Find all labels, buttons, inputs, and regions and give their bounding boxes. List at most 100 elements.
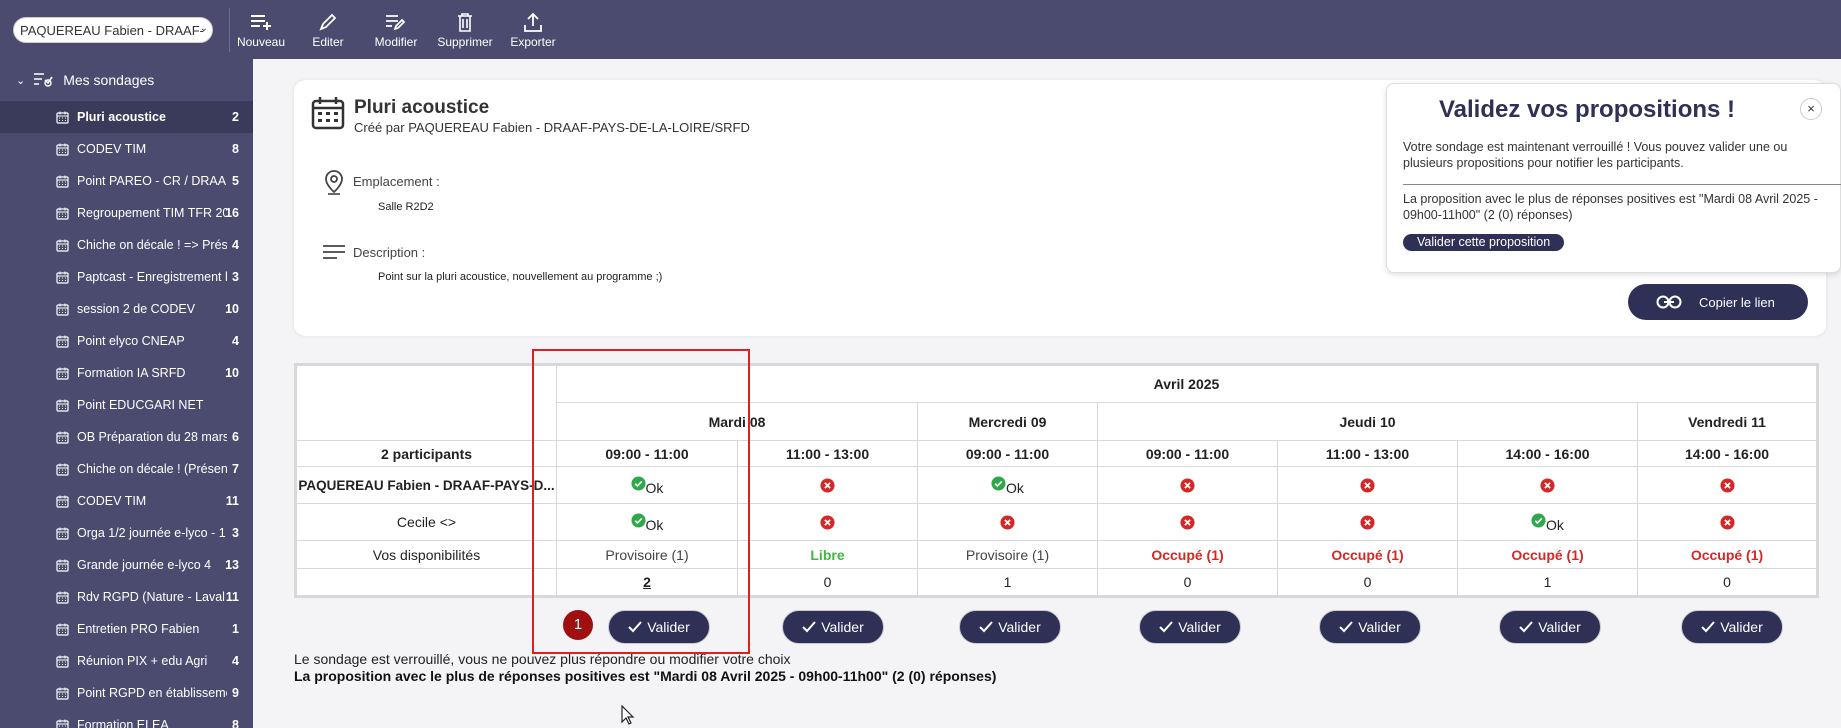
availability-cell: Libre	[737, 540, 918, 569]
polls-list-icon	[34, 73, 53, 87]
description-label: Description :	[353, 245, 426, 260]
sidebar-item[interactable]: Point EDUCGARI NET	[0, 389, 253, 421]
sidebar-item[interactable]: Orga 1/2 journée e-lyco - 1 3	[0, 517, 253, 549]
answer-no-cell	[1277, 503, 1458, 541]
sidebar-item[interactable]: Réunion PIX + edu Agri 4	[0, 645, 253, 677]
sidebar-header-label: Mes sondages	[63, 72, 155, 88]
sidebar-item[interactable]: OB Préparation du 28 mars 6	[0, 421, 253, 453]
availability-row: Vos disponibilités Provisoire (1) Libre …	[295, 540, 1818, 569]
copy-link-button[interactable]: Copier le lien	[1628, 284, 1808, 320]
validate-proposal-button[interactable]: Valider cette proposition	[1403, 234, 1565, 251]
poll-grid: Avril 2025 Mardi 08 Mercredi 09 Jeudi 10…	[294, 363, 1819, 598]
sidebar-item[interactable]: session 2 de CODEV 10	[0, 293, 253, 325]
validate-slot-button[interactable]: Valider	[782, 610, 884, 644]
sidebar-item-label: Point elyco CNEAP	[77, 334, 185, 348]
sidebar-item[interactable]: Formation IA SRFD 10	[0, 357, 253, 389]
sidebar-item-label: Pluri acoustice	[77, 110, 166, 124]
participant-row: Cecile <> Ok Ok	[295, 503, 1818, 541]
calendar-icon	[56, 687, 70, 700]
sidebar-item-label: Rdv RGPD (Nature - Laval e	[77, 590, 227, 604]
sidebar-item[interactable]: Entretien PRO Fabien 1	[0, 613, 253, 645]
check-icon	[802, 621, 816, 633]
trash-icon	[458, 13, 472, 32]
sidebar-item[interactable]: Grande journée e-lyco 4 13	[0, 549, 253, 581]
sidebar: ⌄ Mes sondages Pluri acoustice 2 CODEV TIM…	[0, 59, 253, 728]
sidebar-header[interactable]: ⌄ Mes sondages	[0, 59, 253, 101]
calendar-icon	[56, 719, 70, 728]
ok-label: Ok	[1546, 517, 1564, 533]
calendar-icon	[56, 463, 70, 476]
check-icon	[1339, 621, 1353, 633]
sidebar-item-label: Grande journée e-lyco 4	[77, 558, 212, 572]
sidebar-item-count: 11	[225, 590, 239, 604]
validate-slot-button[interactable]: Valider	[959, 610, 1061, 644]
highlight-frame	[532, 349, 750, 654]
sidebar-item[interactable]: Formation ELEA 8	[0, 709, 253, 728]
sidebar-item[interactable]: CODEV TIM 8	[0, 133, 253, 165]
check-icon	[979, 621, 993, 633]
export-button[interactable]: Exporter	[503, 8, 563, 54]
sidebar-item[interactable]: Pluri acoustice 2	[0, 101, 253, 133]
new-button[interactable]: Nouveau	[231, 8, 291, 54]
sidebar-item-count: 4	[232, 334, 239, 348]
count-cell: 0	[1637, 568, 1818, 597]
user-select[interactable]: PAQUEREAU Fabien - DRAAF- ⌄	[13, 17, 213, 43]
sidebar-item-count: 7	[232, 462, 239, 476]
description-value: Point sur la pluri acoustice, nouvelleme…	[378, 271, 663, 283]
sidebar-item[interactable]: Point PAREO - CR / DRAAF 5	[0, 165, 253, 197]
sidebar-item[interactable]: Regroupement TIM TFR 20 16	[0, 197, 253, 229]
new-icon	[251, 15, 271, 30]
day-header: Mercredi 09	[917, 402, 1098, 441]
sidebar-item[interactable]: CODEV TIM 11	[0, 485, 253, 517]
sidebar-item-count: 3	[232, 270, 239, 284]
availability-cell: Occupé (1)	[1097, 540, 1278, 569]
validate-slot-button[interactable]: Valider	[1139, 610, 1241, 644]
answer-ok-cell: Ok	[1457, 503, 1638, 541]
count-row-label	[295, 568, 557, 597]
modify-button[interactable]: Modifier	[366, 8, 426, 54]
validate-slot-button[interactable]: Valider	[1499, 610, 1601, 644]
calendar-icon	[56, 175, 70, 188]
sidebar-item-count: 10	[225, 366, 239, 380]
sidebar-item[interactable]: Paptcast - Enregistrement l 3	[0, 261, 253, 293]
sidebar-item[interactable]: Chiche on décale ! (Présent 7	[0, 453, 253, 485]
new-button-label: Nouveau	[236, 35, 286, 49]
delete-button[interactable]: Supprimer	[435, 8, 495, 54]
pencil-icon	[319, 13, 337, 31]
validate-slot-button[interactable]: Valider	[1681, 610, 1783, 644]
calendar-icon	[56, 655, 70, 668]
check-circle-icon	[991, 474, 1006, 491]
close-icon[interactable]: ×	[1800, 98, 1822, 120]
sidebar-item[interactable]: Point RGPD en établisseme 9	[0, 677, 253, 709]
calendar-icon	[56, 527, 70, 540]
modify-button-label: Modifier	[374, 35, 418, 49]
chevron-down-icon: ⌄	[199, 23, 208, 34]
calendar-icon	[56, 559, 70, 572]
sidebar-item-label: Formation ELEA	[77, 718, 169, 728]
edit-button-label: Editer	[312, 35, 344, 49]
sidebar-item[interactable]: Rdv RGPD (Nature - Laval e 11	[0, 581, 253, 613]
sidebar-item-count: 11	[225, 494, 239, 508]
sidebar-item[interactable]: Chiche on décale ! => Prése 4	[0, 229, 253, 261]
edit-button[interactable]: Editer	[298, 8, 358, 54]
chevron-down-icon: ⌄	[16, 74, 26, 87]
answer-ok-cell: Ok	[917, 466, 1098, 504]
calendar-icon	[311, 97, 345, 130]
sidebar-item-count: 8	[232, 718, 239, 728]
cross-circle-icon	[1000, 514, 1015, 530]
sidebar-item[interactable]: Point elyco CNEAP 4	[0, 325, 253, 357]
answer-no-cell	[1457, 466, 1638, 504]
sidebar-item-label: Chiche on décale ! (Présent	[77, 462, 227, 476]
cross-circle-icon	[1540, 477, 1555, 493]
location-label: Emplacement :	[353, 174, 440, 189]
validate-slot-label: Valider	[998, 619, 1041, 635]
ok-label: Ok	[1006, 480, 1024, 496]
count-row: 2 0 1 0 0 1 0	[295, 568, 1818, 597]
availability-cell: Occupé (1)	[1277, 540, 1458, 569]
sidebar-item-count: 3	[232, 526, 239, 540]
validate-slot-button[interactable]: Valider	[1319, 610, 1421, 644]
grid-corner	[295, 364, 557, 441]
day-header: Jeudi 10	[1097, 402, 1638, 441]
calendar-icon	[56, 367, 70, 380]
sidebar-item-count: 4	[232, 654, 239, 668]
